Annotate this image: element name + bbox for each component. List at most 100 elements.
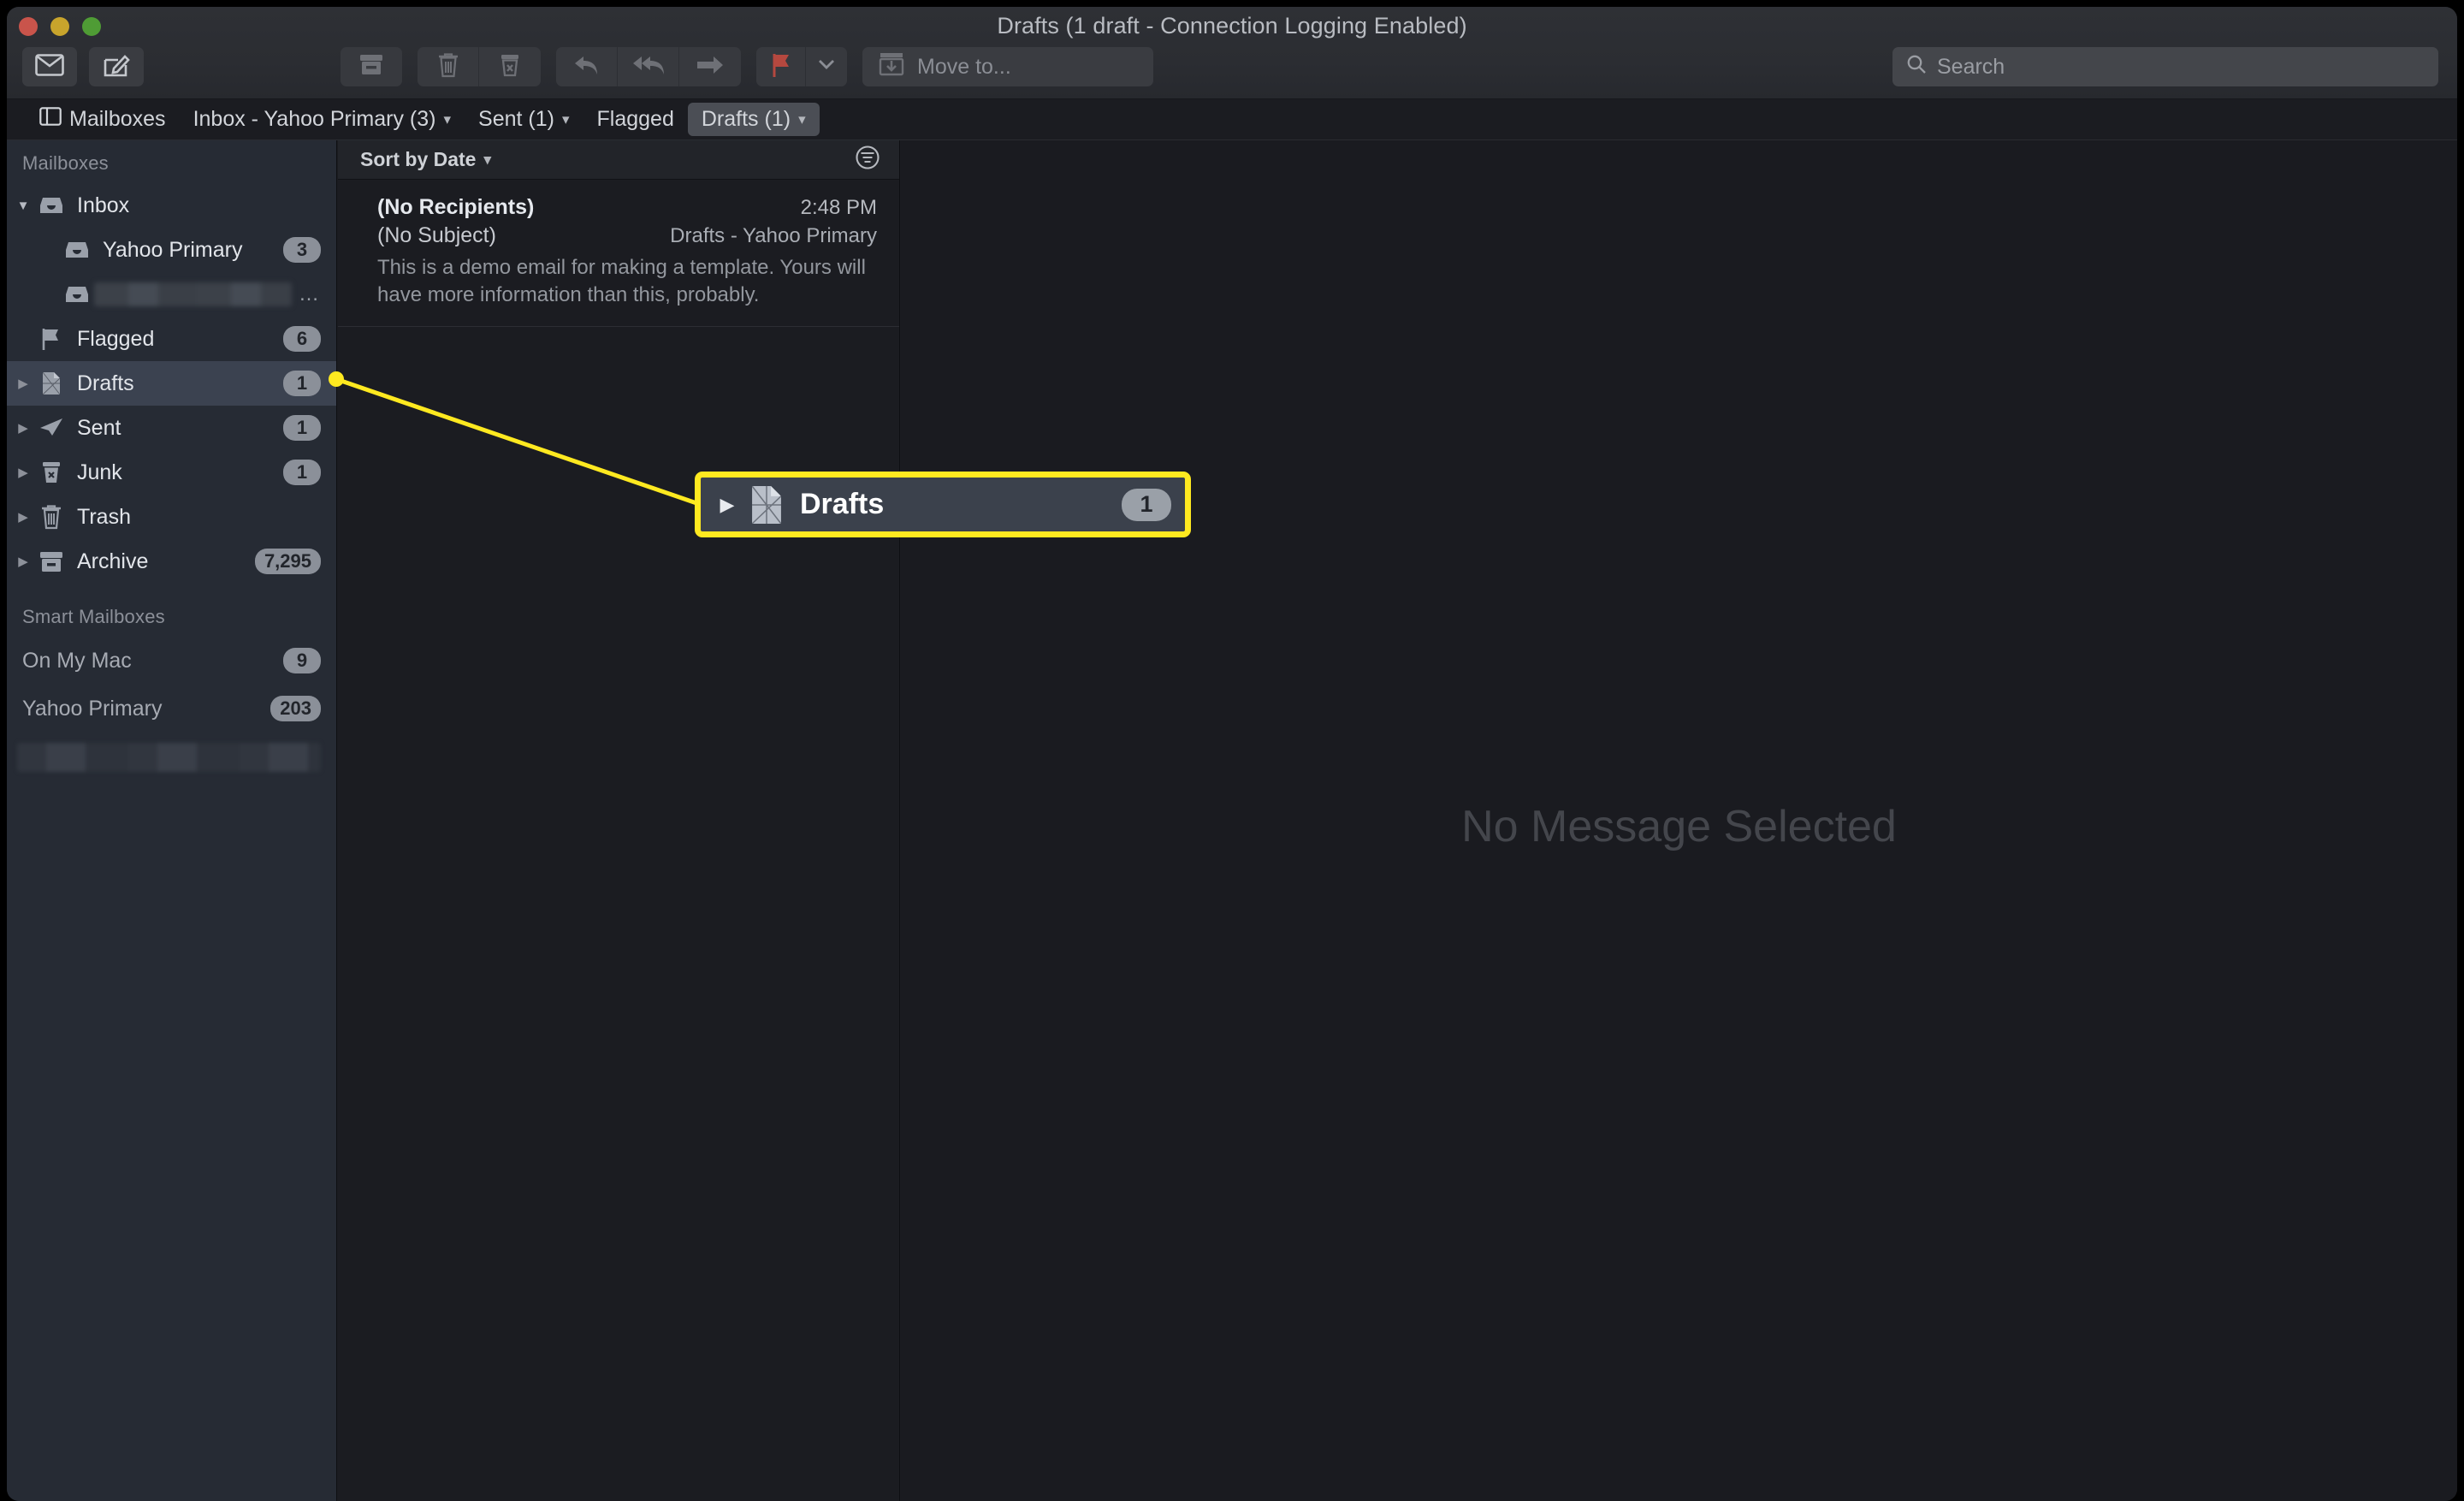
flag-group: [756, 47, 847, 86]
reply-group: [556, 47, 741, 86]
chevron-down-icon[interactable]: ▾: [443, 111, 451, 128]
sidebar-item-on-my-mac[interactable]: On My Mac 9: [7, 637, 336, 685]
sidebar-item-archive[interactable]: ▶ Archive 7,295: [7, 539, 336, 584]
archive-icon: [358, 53, 384, 81]
sidebar-item-trash[interactable]: ▶ Trash: [7, 495, 336, 539]
mail-window: Drafts (1 draft - Connection Logging Ena…: [7, 7, 2457, 1501]
titlebar: Drafts (1 draft - Connection Logging Ena…: [7, 7, 2457, 99]
mailboxes-toggle[interactable]: Mailboxes: [26, 103, 180, 136]
inbox-icon: [34, 195, 68, 216]
favorite-label: Drafts (1): [701, 107, 791, 131]
mail-icon: [35, 53, 64, 80]
chevron-down-icon: [818, 59, 835, 74]
favorite-inbox[interactable]: Inbox - Yahoo Primary (3) ▾: [180, 103, 465, 136]
search-placeholder: Search: [1937, 54, 2005, 79]
message-subject-line: (No Subject) Drafts - Yahoo Primary: [377, 223, 877, 248]
sidebar-item-inbox[interactable]: ▼ Inbox: [7, 183, 336, 228]
message-list-pane: Sort by Date ▾ (No Recipients) 2:48 PM (…: [338, 140, 900, 1501]
count-badge: 203: [270, 696, 321, 721]
reading-pane: No Message Selected: [901, 140, 2457, 1501]
sort-by-button[interactable]: Sort by Date ▾: [360, 148, 491, 171]
junk-button[interactable]: [479, 47, 541, 86]
disclosure-triangle-open-icon[interactable]: ▼: [12, 199, 34, 213]
chevron-down-icon[interactable]: ▾: [562, 111, 570, 128]
sidebar-item-sent[interactable]: ▶ Sent 1: [7, 406, 336, 450]
flag-button[interactable]: [756, 47, 806, 86]
sidebar-item-label: Flagged: [77, 326, 155, 351]
disclosure-triangle-closed-icon[interactable]: ▶: [12, 554, 34, 569]
sidebar-item-flagged[interactable]: Flagged 6: [7, 317, 336, 361]
reply-icon: [572, 53, 601, 81]
sidebar-icon: [39, 107, 62, 132]
sidebar-item-label: Trash: [77, 504, 131, 529]
disclosure-triangle-closed-icon[interactable]: ▶: [12, 465, 34, 480]
flag-menu-button[interactable]: [806, 47, 847, 86]
sidebar-item-drafts[interactable]: ▶ Drafts 1: [7, 361, 336, 406]
favorites-bar: Mailboxes Inbox - Yahoo Primary (3) ▾ Se…: [7, 99, 2457, 140]
unread-badge: 1: [283, 371, 321, 396]
compose-button[interactable]: [89, 47, 144, 86]
redacted-smart-mailbox-row[interactable]: [17, 743, 321, 772]
reply-button[interactable]: [556, 47, 618, 86]
flag-icon: [770, 52, 792, 82]
message-list-item[interactable]: (No Recipients) 2:48 PM (No Subject) Dra…: [338, 180, 899, 327]
get-mail-button[interactable]: [22, 47, 77, 86]
sidebar-section-mailboxes: Mailboxes: [22, 152, 109, 174]
unread-badge: 1: [283, 415, 321, 441]
archive-button[interactable]: [341, 47, 402, 86]
favorite-drafts[interactable]: Drafts (1) ▾: [687, 103, 820, 136]
sidebar-item-label: Inbox: [77, 193, 130, 217]
sent-icon: [34, 417, 68, 439]
sidebar-item-junk[interactable]: ▶ Junk 1: [7, 450, 336, 495]
message-sender: (No Recipients): [377, 195, 535, 219]
sidebar-item-yahoo-primary[interactable]: Yahoo Primary 3: [7, 228, 336, 272]
unread-badge: 6: [283, 326, 321, 352]
message-header-line: (No Recipients) 2:48 PM: [377, 195, 877, 220]
unread-badge: 1: [283, 460, 321, 485]
redacted-label: [94, 282, 292, 306]
sidebar-item-redacted-account[interactable]: …: [7, 272, 336, 317]
favorite-label: Sent (1): [478, 107, 554, 131]
chevron-down-icon[interactable]: ▾: [483, 151, 491, 169]
search-field[interactable]: Search: [1892, 47, 2438, 86]
disclosure-triangle-closed-icon[interactable]: ▶: [12, 376, 34, 391]
drafts-icon: [34, 371, 68, 396]
sidebar-item-label: On My Mac: [22, 648, 132, 673]
favorite-label: Inbox - Yahoo Primary (3): [192, 107, 436, 131]
favorite-label: Flagged: [596, 107, 674, 131]
favorite-sent[interactable]: Sent (1) ▾: [465, 103, 583, 136]
trash-icon: [436, 52, 460, 82]
reply-all-icon: [632, 53, 665, 81]
move-to-icon: [878, 51, 905, 83]
move-to-button[interactable]: Move to...: [862, 47, 1153, 86]
favorite-flagged[interactable]: Flagged: [583, 103, 688, 136]
reply-all-button[interactable]: [618, 47, 679, 86]
mailboxes-label: Mailboxes: [69, 107, 166, 131]
inbox-icon: [60, 284, 94, 305]
disclosure-triangle-closed-icon[interactable]: ▶: [12, 420, 34, 436]
archive-icon: [34, 549, 68, 573]
archive-group: [341, 47, 402, 86]
sidebar-item-label: Junk: [77, 460, 122, 484]
trash-icon: [34, 504, 68, 530]
delete-button[interactable]: [418, 47, 479, 86]
compose-icon: [103, 51, 130, 83]
message-list-sort-bar: Sort by Date ▾: [338, 140, 899, 180]
forward-button[interactable]: [679, 47, 741, 86]
sidebar-item-yahoo-primary-smart[interactable]: Yahoo Primary 203: [7, 685, 336, 733]
toolbar-left-group: [22, 47, 144, 86]
window-title: Drafts (1 draft - Connection Logging Ena…: [997, 13, 1467, 39]
inbox-icon: [60, 240, 94, 260]
sidebar-section-smart-mailboxes: Smart Mailboxes: [22, 606, 165, 627]
disclosure-triangle-closed-icon[interactable]: ▶: [12, 509, 34, 525]
sidebar-item-label: Sent: [77, 415, 121, 440]
flag-icon: [34, 327, 68, 351]
sidebar: Mailboxes ▼ Inbox Yahoo Primary 3 … Flag…: [7, 140, 337, 1501]
message-mailbox: Drafts - Yahoo Primary: [670, 224, 877, 247]
filter-icon[interactable]: [855, 145, 880, 175]
chevron-down-icon[interactable]: ▾: [798, 111, 806, 128]
search-icon: [1906, 54, 1927, 80]
count-badge: 9: [283, 648, 321, 673]
unread-badge: 3: [283, 237, 321, 263]
junk-icon: [498, 52, 522, 82]
